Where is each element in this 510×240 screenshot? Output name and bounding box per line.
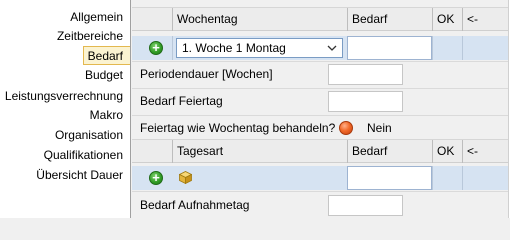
cube-icon[interactable] — [179, 171, 192, 184]
plus-circle-icon[interactable]: + — [149, 41, 163, 55]
nav-item-uebersicht-dauer[interactable]: Übersicht Dauer — [32, 166, 125, 185]
divider — [132, 88, 510, 89]
column-header-bedarf[interactable]: Bedarf — [347, 8, 432, 31]
arrow-cell[interactable] — [462, 36, 510, 60]
radio-dot-icon[interactable] — [339, 121, 353, 135]
divider — [132, 115, 510, 116]
divider — [132, 191, 510, 192]
bedarf-feiertag-label: Bedarf Feiertag — [140, 94, 223, 108]
nav-item-organisation[interactable]: Organisation — [51, 126, 125, 145]
feiertag-answer-label: Nein — [367, 121, 392, 135]
column-header-ok[interactable]: OK — [432, 140, 462, 163]
weekday-grid-header: Wochentag Bedarf OK <- — [132, 7, 510, 31]
column-header-bedarf[interactable]: Bedarf — [347, 140, 432, 163]
nav-item-allgemein[interactable]: Allgemein — [66, 8, 125, 27]
bedarf-feiertag-input[interactable] — [328, 91, 403, 112]
weekday-select[interactable]: 1. Woche 1 Montag — [176, 38, 343, 58]
feiertag-question-label: Feiertag wie Wochentag behandeln? — [140, 121, 336, 135]
daytype-grid-header: Tagesart Bedarf OK <- — [132, 139, 510, 163]
ok-cell[interactable] — [432, 166, 462, 190]
plus-circle-icon[interactable]: + — [149, 171, 163, 185]
nav-item-budget[interactable]: Budget — [81, 66, 125, 85]
bedarf-aufnahmetag-input[interactable] — [328, 195, 403, 216]
nav-item-leistungsverrechnung[interactable]: Leistungsverrechnung — [1, 87, 125, 106]
column-header-arrow[interactable]: <- — [462, 140, 510, 163]
nav-item-makro[interactable]: Makro — [86, 106, 125, 125]
nav-item-bedarf[interactable]: Bedarf — [82, 46, 130, 65]
nav-item-zeitbereiche[interactable]: Zeitbereiche — [53, 27, 125, 46]
column-header-ok[interactable]: OK — [432, 8, 462, 31]
weekday-cell: 1. Woche 1 Montag — [172, 36, 347, 60]
weekday-select-value: 1. Woche 1 Montag — [182, 41, 286, 55]
bedarf-input[interactable] — [347, 166, 432, 190]
bedarf-panel: Wochentag Bedarf OK <- + 1. Woche 1 Mont… — [132, 0, 510, 218]
nav-item-qualifikationen[interactable]: Qualifikationen — [40, 146, 125, 165]
left-navigation: Allgemein Zeitbereiche Bedarf Budget Lei… — [0, 0, 131, 218]
periodendauer-input[interactable] — [328, 64, 403, 85]
column-header-tagesart[interactable]: Tagesart — [172, 140, 347, 163]
arrow-cell[interactable] — [462, 166, 510, 190]
column-header-arrow[interactable]: <- — [462, 8, 510, 31]
chevron-down-icon — [327, 45, 337, 51]
column-header-wochentag[interactable]: Wochentag — [172, 8, 347, 31]
bedarf-aufnahmetag-label: Bedarf Aufnahmetag — [140, 198, 250, 212]
weekday-grid-row: + 1. Woche 1 Montag — [132, 36, 510, 60]
periodendauer-label: Periodendauer [Wochen] — [140, 67, 273, 81]
divider — [132, 61, 510, 62]
daytype-grid-row: + — [132, 166, 510, 190]
ok-cell[interactable] — [432, 36, 462, 60]
bedarf-input[interactable] — [347, 36, 432, 60]
